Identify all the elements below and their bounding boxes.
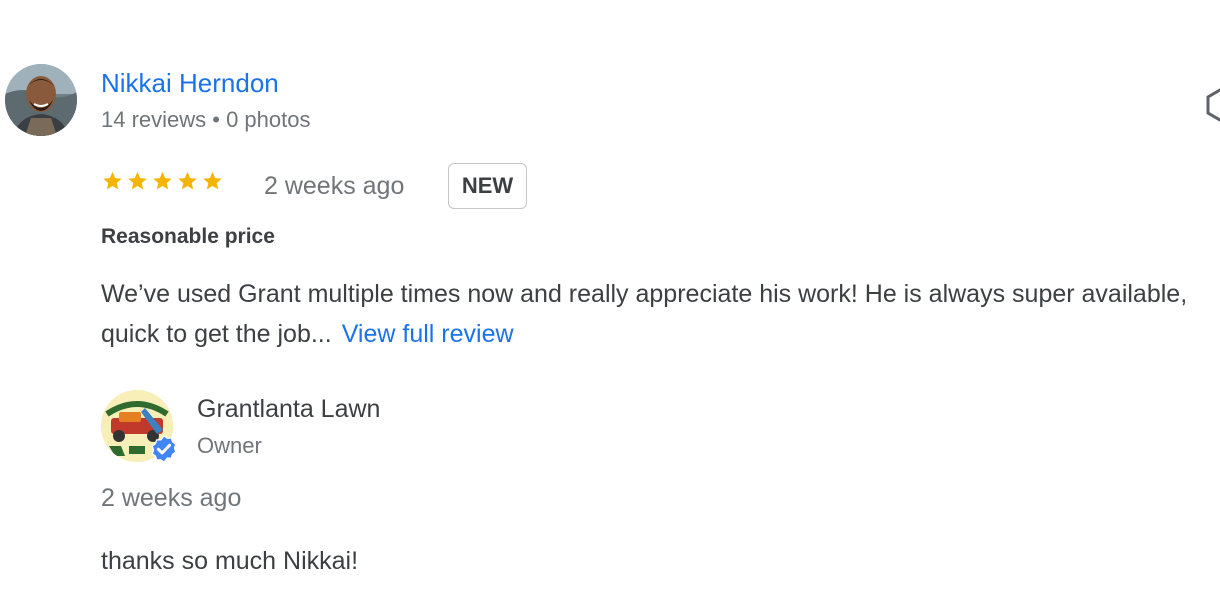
reply-date: 2 weeks ago bbox=[101, 484, 242, 512]
review-subtitle: Reasonable price bbox=[101, 225, 275, 248]
more-vert-icon[interactable] bbox=[1206, 88, 1220, 122]
review-text: We’ve used Grant multiple times now and … bbox=[101, 280, 1188, 348]
reviewer-avatar[interactable] bbox=[5, 64, 77, 136]
star-icon bbox=[103, 171, 122, 190]
reply-text: thanks so much Nikkai! bbox=[101, 547, 359, 575]
owner-role: Owner bbox=[197, 433, 262, 458]
reviewer-name-link[interactable]: Nikkai Herndon bbox=[101, 67, 279, 99]
review-date: 2 weeks ago bbox=[264, 172, 405, 200]
verified-check-icon bbox=[151, 435, 177, 463]
star-icon bbox=[128, 171, 147, 190]
star-icon bbox=[153, 171, 172, 190]
star-icon bbox=[203, 171, 222, 190]
owner-name: Grantlanta Lawn bbox=[197, 395, 381, 423]
new-badge: NEW bbox=[448, 163, 527, 209]
owner-avatar[interactable] bbox=[101, 390, 177, 463]
review-card: Nikkai Herndon 14 reviews • 0 photos 2 w… bbox=[0, 0, 1220, 614]
view-full-review-link[interactable]: View full review bbox=[342, 320, 514, 348]
reviewer-stats: 14 reviews • 0 photos bbox=[101, 107, 311, 132]
star-icon bbox=[178, 171, 197, 190]
review-body: We’ve used Grant multiple times now and … bbox=[101, 274, 1216, 354]
star-rating bbox=[101, 170, 224, 192]
